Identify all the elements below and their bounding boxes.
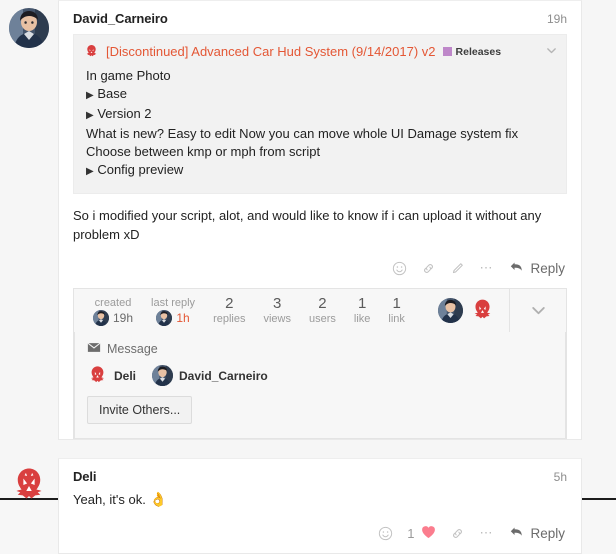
topic-stat-label: replies <box>213 313 246 325</box>
quote-header: [Discontinued] Advanced Car Hud System (… <box>74 35 566 67</box>
topic-created: created 19h <box>84 296 142 326</box>
topic-created-value[interactable]: 19h <box>93 309 134 326</box>
like-button[interactable]: 1 <box>407 525 436 542</box>
reply-arrow-icon <box>509 525 524 542</box>
topic-stat-value: 2 <box>225 295 234 312</box>
topic-stat-label: views <box>263 313 291 325</box>
topic-page: David_Carneiro 19h [Discontinued] Advanc… <box>0 0 616 554</box>
topic-map-row: created 19h last reply 1h 2 replies 3 vi… <box>74 289 566 332</box>
quoted-topic-link[interactable]: [Discontinued] Advanced Car Hud System (… <box>106 44 436 59</box>
topic-stat-value: 1 <box>357 295 367 312</box>
topic-created-time: 19h <box>113 310 134 325</box>
smiley-icon[interactable] <box>378 526 393 541</box>
post-stream: David_Carneiro 19h [Discontinued] Advanc… <box>0 0 582 554</box>
envelope-icon <box>87 342 101 356</box>
topic-stat-links[interactable]: 1 link <box>379 295 414 326</box>
reply-label: Reply <box>530 260 565 276</box>
private-message-title: Message <box>87 342 553 365</box>
participant-name: David_Carneiro <box>179 368 268 383</box>
topic-participants <box>428 289 509 332</box>
post-body: So i modified your script, alot, and wou… <box>73 208 542 242</box>
avatar[interactable] <box>438 298 463 323</box>
post-actions: ⋯ Reply <box>73 248 567 288</box>
topic-last-reply-value[interactable]: 1h <box>151 309 195 326</box>
topic-last-reply: last reply 1h <box>142 296 204 326</box>
category-color-swatch <box>442 47 452 56</box>
post-card: Deli 5h Yeah, it's ok. 👌 1 ⋯ Reply <box>58 458 582 554</box>
like-count: 1 <box>407 525 415 541</box>
heart-icon <box>421 525 436 542</box>
post: Deli 5h Yeah, it's ok. 👌 1 ⋯ Reply <box>0 458 582 554</box>
post-timestamp[interactable]: 5h <box>554 470 567 484</box>
quote-details-toggle[interactable]: ▶ Base <box>86 85 554 105</box>
quote-line: What is new? Easy to edit Now you can mo… <box>86 126 519 159</box>
post-actions: 1 ⋯ Reply <box>73 513 567 553</box>
quote-details-toggle[interactable]: ▶ Version 2 <box>86 105 554 125</box>
topic-stat-views[interactable]: 3 views <box>254 295 300 326</box>
participant-deli[interactable]: Deli <box>87 365 136 386</box>
quote-content: In game Photo ▶ Base ▶ Version 2 What is… <box>74 67 566 193</box>
post-separator <box>0 440 582 458</box>
reply-button[interactable]: Reply <box>507 260 565 277</box>
topic-stat-likes[interactable]: 1 like <box>345 295 380 326</box>
topic-created-label: created <box>94 296 132 309</box>
topic-stat-label: link <box>388 313 405 325</box>
invite-others-button[interactable]: Invite Others... <box>87 396 193 424</box>
ellipsis-icon[interactable]: ⋯ <box>479 526 493 539</box>
avatar <box>152 365 174 386</box>
private-message-participants: Deli David_Carneiro <box>87 365 553 396</box>
smiley-icon[interactable] <box>392 261 407 276</box>
post-avatar-gutter <box>0 0 58 48</box>
quote-box: [Discontinued] Advanced Car Hud System (… <box>73 34 567 194</box>
topic-stat-value: 1 <box>392 295 401 312</box>
topic-last-reply-label: last reply <box>151 296 196 309</box>
triangle-right-icon: ▶ <box>86 166 94 177</box>
private-message-title-label: Message <box>107 342 158 356</box>
post-header: Deli 5h <box>73 469 567 490</box>
post-header: David_Carneiro 19h <box>73 11 567 32</box>
quote-line: In game Photo <box>86 68 171 83</box>
topic-stat-replies[interactable]: 2 replies <box>204 295 254 326</box>
topic-map-expand-button[interactable] <box>509 289 566 332</box>
private-message-panel: Message Deli David_Carneiro Invite Other… <box>74 332 566 439</box>
ellipsis-icon[interactable]: ⋯ <box>479 261 493 274</box>
post-author[interactable]: David_Carneiro <box>73 11 168 26</box>
quote-author-avatar <box>84 44 99 59</box>
post-card: David_Carneiro 19h [Discontinued] Advanc… <box>58 0 582 440</box>
category-badge-label: Releases <box>455 45 502 58</box>
link-icon[interactable] <box>450 526 465 541</box>
participant-name: Deli <box>114 368 137 383</box>
triangle-right-icon: ▶ <box>86 110 94 121</box>
reply-arrow-icon <box>509 260 524 277</box>
post-avatar-gutter <box>0 458 58 506</box>
quote-details-toggle[interactable]: ▶ Config preview <box>86 161 554 181</box>
topic-stat-value: 2 <box>318 295 327 312</box>
avatar[interactable] <box>470 298 495 323</box>
topic-stat-label: like <box>353 313 371 325</box>
topic-map-stats: created 19h last reply 1h 2 replies 3 vi… <box>74 289 428 332</box>
topic-stat-value: 3 <box>273 295 282 312</box>
avatar <box>156 309 173 326</box>
category-badge[interactable]: Releases <box>442 45 502 58</box>
ok-hand-emoji: 👌 <box>149 491 167 507</box>
pencil-icon[interactable] <box>450 261 465 276</box>
topic-stat-users[interactable]: 2 users <box>300 295 345 326</box>
topic-last-reply-time: 1h <box>176 310 190 325</box>
reply-button[interactable]: Reply <box>507 525 565 542</box>
topic-map: created 19h last reply 1h 2 replies 3 vi… <box>73 288 567 439</box>
post: David_Carneiro 19h [Discontinued] Advanc… <box>0 0 582 440</box>
reply-label: Reply <box>530 525 565 541</box>
avatar <box>87 365 108 386</box>
participant-david-carneiro[interactable]: David_Carneiro <box>152 365 268 386</box>
triangle-right-icon: ▶ <box>86 90 94 101</box>
avatar[interactable] <box>9 8 49 48</box>
link-icon[interactable] <box>421 261 436 276</box>
post-author[interactable]: Deli <box>73 469 97 484</box>
quote-collapse-toggle[interactable] <box>545 44 558 59</box>
avatar <box>93 309 109 326</box>
avatar[interactable] <box>9 466 49 506</box>
post-body: Yeah, it's ok. 👌 <box>73 490 567 513</box>
topic-stat-label: users <box>308 313 336 325</box>
post-timestamp[interactable]: 19h <box>547 12 567 26</box>
